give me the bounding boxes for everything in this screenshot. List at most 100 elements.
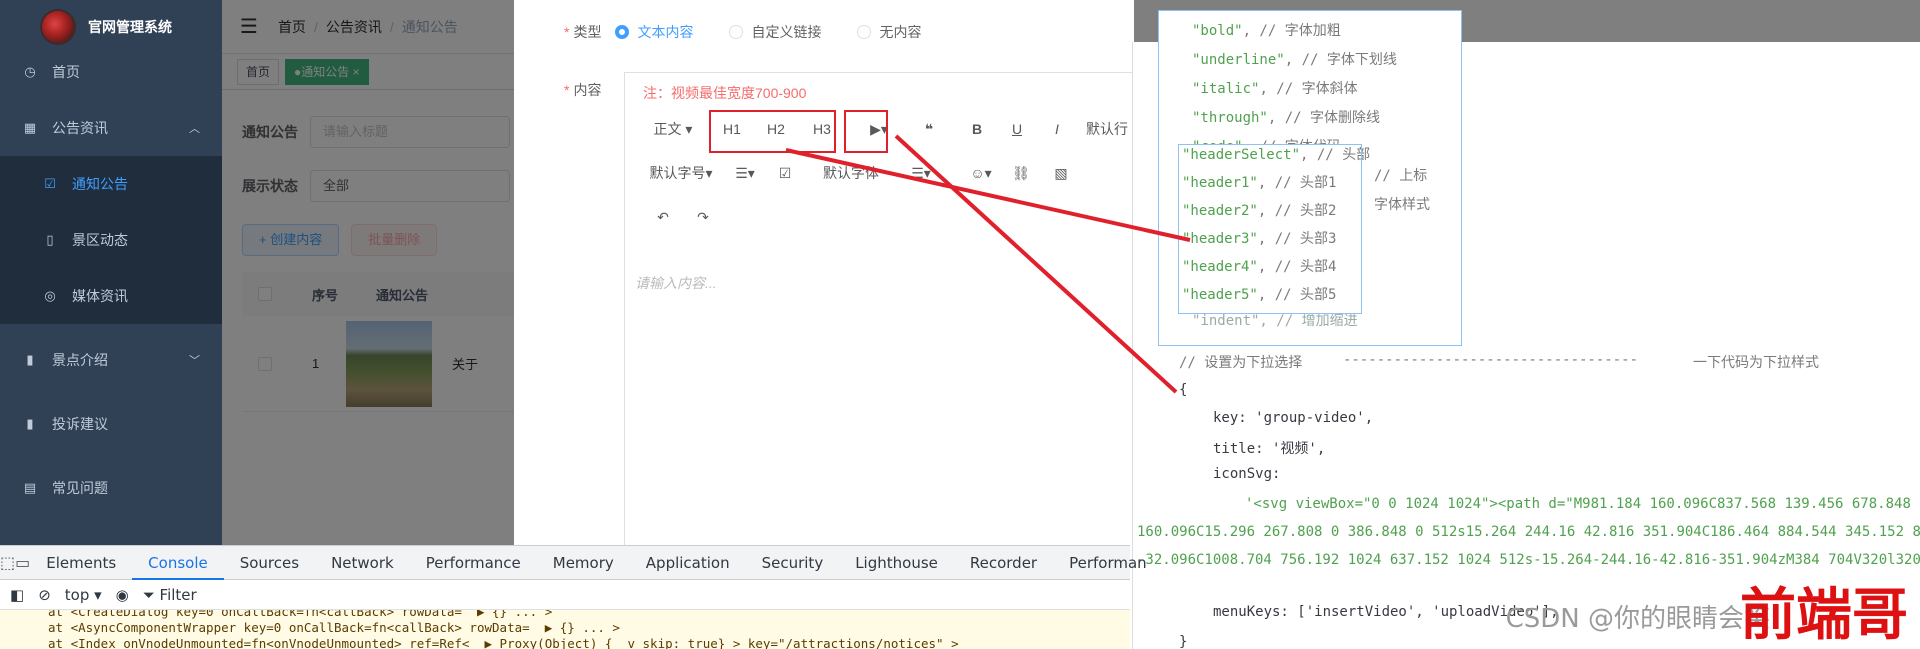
type-radio-link[interactable]: 自定义链接 bbox=[729, 22, 821, 42]
tab-lighthouse[interactable]: Lighthouse bbox=[839, 546, 954, 580]
quote-icon[interactable]: ❝ bbox=[909, 115, 949, 143]
indent-icon[interactable]: ☰▾ bbox=[901, 159, 941, 187]
paragraph-select[interactable]: 正文 ▾ bbox=[643, 115, 703, 143]
globe-icon: ◎ bbox=[44, 288, 56, 303]
breadcrumb-current: 通知公告 bbox=[401, 18, 458, 35]
sidebar-item-notices[interactable]: ☑ 通知公告 bbox=[0, 156, 222, 212]
code-open-brace: { bbox=[1179, 382, 1188, 398]
clear-console-icon[interactable]: ⊘ bbox=[38, 586, 51, 604]
type-radio-none[interactable]: 无内容 bbox=[857, 22, 921, 42]
sidebar-item-label: 常见问题 bbox=[52, 480, 108, 496]
devtools-panel: ⬚ ▭ Elements Console Sources Network Per… bbox=[0, 545, 1147, 649]
tab-console[interactable]: Console bbox=[132, 546, 224, 580]
headers-highlight-box bbox=[709, 110, 836, 153]
link-icon[interactable]: ⛓ bbox=[1001, 159, 1041, 187]
breadcrumb-home[interactable]: 首页 bbox=[278, 19, 306, 35]
tag-close-icon[interactable]: × bbox=[353, 65, 360, 79]
code-dashes: ----------------------------------- bbox=[1343, 352, 1639, 368]
sidebar-item-attractions[interactable]: ▮ 景点介绍 ﹀ bbox=[0, 332, 222, 388]
row-index: 1 bbox=[312, 356, 320, 371]
font-family-select[interactable]: 默认字体 bbox=[811, 159, 891, 187]
notice-search-input[interactable]: 请输入标题 bbox=[310, 116, 510, 148]
tab-application[interactable]: Application bbox=[630, 546, 746, 580]
action-row: + 创建内容 批量删除 bbox=[242, 224, 438, 256]
sidebar-item-label: 景区动态 bbox=[72, 232, 128, 248]
tag-home[interactable]: 首页 bbox=[237, 58, 280, 85]
col-title-header: 通知公告 bbox=[376, 287, 429, 303]
hamburger-icon[interactable]: ☰ bbox=[240, 14, 258, 39]
code-svg-wrap2: -32.096C1008.704 756.192 1024 637.152 10… bbox=[1137, 552, 1920, 568]
todo-icon[interactable]: ☑ bbox=[765, 159, 805, 187]
type-radio-text[interactable]: 文本内容 bbox=[615, 22, 693, 42]
code-comment: // 设置为下拉选择 bbox=[1179, 355, 1303, 371]
filter-status: 展示状态 全部 bbox=[242, 170, 510, 202]
sidebar-item-label: 景点介绍 bbox=[52, 352, 108, 368]
tab-network[interactable]: Network bbox=[315, 546, 410, 580]
create-dialog: * 类型 文本内容 自定义链接 无内容 * 内容 注：视频最佳宽度700-900 … bbox=[514, 0, 1134, 560]
italic-button[interactable]: I bbox=[1037, 115, 1077, 143]
tab-performance-insights[interactable]: Performan bbox=[1053, 546, 1163, 580]
filter-input[interactable]: ⏷ Filter bbox=[143, 586, 197, 604]
editor-toolbar-row2: 默认字号 ▾ ☰▾ ☑ 默认字体 ☰▾ ☺▾ ⛓ ▧ bbox=[643, 159, 1081, 187]
table-header: 序号 通知公告 bbox=[242, 272, 542, 316]
video-highlight-box bbox=[844, 110, 888, 153]
select-all-checkbox[interactable] bbox=[258, 287, 272, 301]
sidebar-toggle-icon[interactable]: ◧ bbox=[10, 586, 24, 604]
type-label: 类型 bbox=[573, 24, 602, 40]
content-field-label: * 内容 bbox=[564, 82, 602, 98]
tab-sources[interactable]: Sources bbox=[224, 546, 315, 580]
dashboard-icon: ◷ bbox=[24, 64, 36, 79]
create-button[interactable]: + 创建内容 bbox=[242, 224, 340, 256]
tab-elements[interactable]: Elements bbox=[30, 546, 132, 580]
redo-icon[interactable]: ↷ bbox=[683, 203, 723, 231]
code-key-line: key: 'group-video', bbox=[1213, 410, 1374, 426]
app-title: 官网管理系统 bbox=[88, 19, 172, 35]
batch-delete-button[interactable]: 批量删除 bbox=[351, 224, 438, 256]
chart-icon: ▮ bbox=[26, 352, 34, 367]
table-row: 1 关于 bbox=[242, 316, 542, 412]
emoji-icon[interactable]: ☺▾ bbox=[961, 159, 1001, 187]
editor-content-area[interactable]: 请输入内容... bbox=[635, 273, 717, 293]
align-icon[interactable]: ☰▾ bbox=[725, 159, 765, 187]
context-select[interactable]: top ▾ bbox=[65, 586, 102, 604]
chevron-down-icon: ﹀ bbox=[189, 355, 200, 367]
eye-icon[interactable]: ◉ bbox=[116, 586, 129, 604]
font-size-select[interactable]: 默认字号 ▾ bbox=[643, 159, 719, 187]
line-height-select[interactable]: 默认行 bbox=[1077, 115, 1137, 143]
status-select[interactable]: 全部 bbox=[310, 170, 510, 202]
sidebar-item-media[interactable]: ◎ 媒体资讯 bbox=[0, 268, 222, 324]
sidebar-item-label: 投诉建议 bbox=[52, 416, 108, 432]
sidebar-item-complaints[interactable]: ▮ 投诉建议 bbox=[0, 396, 222, 452]
tab-memory[interactable]: Memory bbox=[537, 546, 630, 580]
code-title-line: title: '视频', bbox=[1213, 441, 1326, 457]
table-icon: ▦ bbox=[23, 120, 37, 135]
doc-icon: ▤ bbox=[23, 480, 37, 495]
underline-button[interactable]: U bbox=[997, 115, 1037, 143]
bold-button[interactable]: B bbox=[957, 115, 997, 143]
filter-notice: 通知公告 请输入标题 bbox=[242, 116, 510, 148]
code-note: 一下代码为下拉样式 bbox=[1693, 355, 1819, 371]
device-toolbar-icon[interactable]: ▭ bbox=[15, 553, 30, 572]
tab-performance[interactable]: Performance bbox=[410, 546, 537, 580]
inspect-icon[interactable]: ⬚ bbox=[0, 553, 15, 572]
video-width-note: 注：视频最佳宽度700-900 bbox=[643, 85, 807, 101]
sidebar-item-scenic-news[interactable]: ▯ 景区动态 bbox=[0, 212, 222, 268]
sidebar-item-faq[interactable]: ▤ 常见问题 bbox=[0, 460, 222, 516]
app-logo bbox=[42, 11, 74, 43]
tab-security[interactable]: Security bbox=[746, 546, 840, 580]
csdn-watermark: CSDN @你的眼睛会笑 bbox=[1505, 604, 1770, 634]
undo-icon[interactable]: ↶ bbox=[643, 203, 683, 231]
row-checkbox[interactable] bbox=[258, 356, 272, 371]
sidebar-item-announcements[interactable]: ▦ 公告资讯 ︿ bbox=[0, 100, 222, 156]
breadcrumb: 首页 / 公告资讯 / 通知公告 bbox=[277, 18, 458, 35]
code-header-frame bbox=[1178, 144, 1362, 314]
tag-notices[interactable]: ●通知公告 × bbox=[285, 58, 369, 85]
image-icon[interactable]: ▧ bbox=[1041, 159, 1081, 187]
checkbox-icon: ☑ bbox=[44, 176, 56, 191]
sidebar-item-home[interactable]: ◷ 首页 bbox=[0, 44, 222, 100]
status-filter-label: 展示状态 bbox=[242, 178, 298, 194]
sidebar-item-label: 公告资讯 bbox=[52, 120, 108, 136]
log-line: at <AsyncComponentWrapper key=0 onCallBa… bbox=[48, 620, 620, 635]
tab-recorder[interactable]: Recorder bbox=[954, 546, 1053, 580]
editor-toolbar-row3: ↶ ↷ bbox=[643, 203, 723, 231]
